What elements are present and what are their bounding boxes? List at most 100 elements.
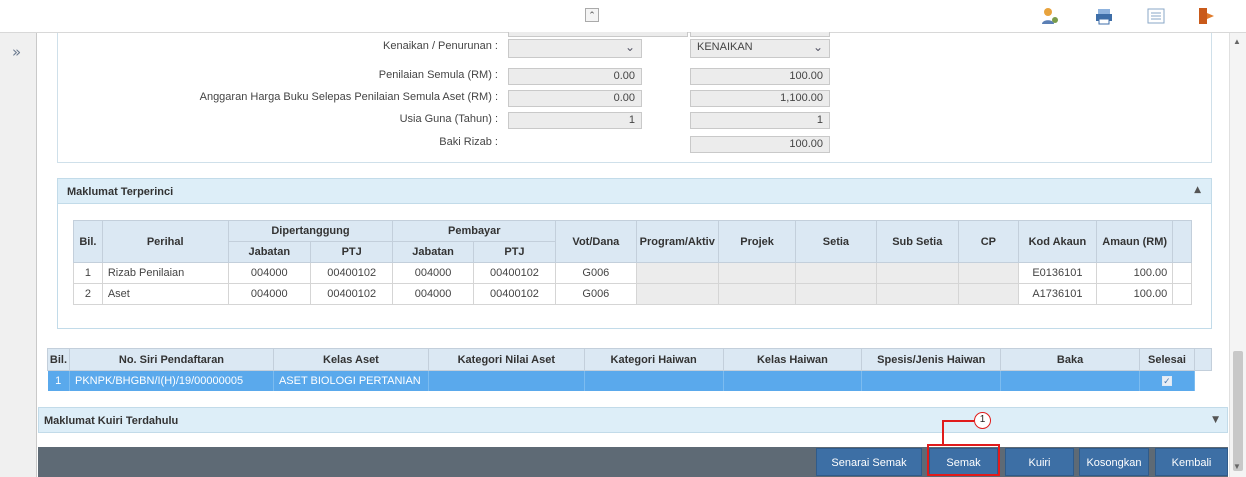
chevron-down-icon[interactable]: ⌄ [813, 40, 823, 54]
cell-kelas-haiwan [723, 370, 863, 391]
kuiri-button[interactable]: Kuiri [1005, 448, 1074, 476]
scroll-up-icon[interactable]: ▲ [1233, 37, 1241, 46]
asset-table: Bil. No. Siri Pendaftaran Kelas Aset Kat… [47, 348, 1213, 391]
cell-program [635, 262, 719, 284]
top-toolbar: ⌃ [0, 0, 1246, 33]
cell-bil: 1 [73, 262, 103, 284]
anggaran-new-field: 1,100.00 [690, 90, 830, 107]
kuiri-section-header[interactable]: Maklumat Kuiri Terdahulu ▼ [38, 407, 1228, 433]
kenaikan-label: Kenaikan / Penurunan : [383, 40, 498, 52]
cell-d-jabatan: 004000 [227, 283, 311, 305]
kenaikan-value: KENAIKAN [697, 41, 753, 53]
col-program: Program/Aktiv [635, 220, 719, 263]
col-perihal: Perihal [101, 220, 229, 263]
detail-section-header[interactable]: Maklumat Terperinci ▲ [57, 178, 1212, 204]
cell-d-ptj: 00400102 [309, 283, 394, 305]
penilaian-label: Penilaian Semula (RM) : [378, 69, 498, 81]
col-selesai: Selesai [1138, 348, 1195, 371]
expand-sidebar-icon[interactable]: » [12, 43, 21, 61]
col-spacer [1172, 220, 1192, 263]
usia-new-field: 1 [690, 112, 830, 129]
printer-icon[interactable] [1094, 6, 1114, 26]
main-content: Kenaikan / Penurunan : ⌄ KENAIKAN ⌄ Penil… [38, 32, 1228, 447]
vertical-scrollbar[interactable]: ▲ ▼ [1229, 33, 1246, 477]
callout-line-vertical [942, 420, 944, 445]
cell-subsetia [875, 262, 960, 284]
col-p-ptj: PTJ [472, 241, 557, 263]
anggaran-old-field: 0.00 [508, 90, 642, 107]
col-bil: Bil. [47, 348, 70, 371]
cell-kod-akaun: E0136101 [1017, 262, 1098, 284]
table-row-selected[interactable]: 1 PKNPK/BHGBN/I(H)/19/00000005 ASET BIOL… [47, 370, 1212, 391]
cell-spacer [1172, 262, 1192, 284]
senarai-semak-button[interactable]: Senarai Semak [816, 448, 922, 476]
user-settings-icon[interactable] [1040, 6, 1060, 26]
cell-amaun: 100.00 [1096, 262, 1174, 284]
cell-d-jabatan: 004000 [227, 262, 311, 284]
previous-field-edge [508, 32, 688, 37]
cell-p-jabatan: 004000 [392, 262, 474, 284]
detail-table: Bil. Perihal Dipertanggung Pembayar Vot/… [73, 220, 1192, 305]
cell-baka [1000, 370, 1140, 391]
callout-number-badge: 1 [974, 412, 991, 429]
cell-vot: G006 [555, 262, 637, 284]
cell-projek [717, 262, 797, 284]
table-row[interactable]: 2 Aset 004000 00400102 004000 00400102 G… [73, 283, 1192, 305]
kenaikan-old-select: ⌄ [508, 39, 642, 58]
revaluation-form-panel: Kenaikan / Penurunan : ⌄ KENAIKAN ⌄ Penil… [57, 32, 1212, 163]
col-dipertanggung: Dipertanggung [227, 220, 394, 242]
detail-panel: Bil. Perihal Dipertanggung Pembayar Vot/… [57, 204, 1212, 329]
scroll-down-icon[interactable]: ▼ [1233, 462, 1241, 471]
cell-perihal: Rizab Penilaian [101, 262, 229, 284]
penilaian-new-field[interactable]: 100.00 [690, 68, 830, 85]
detail-section-title: Maklumat Terperinci [67, 186, 174, 198]
penilaian-old-field: 0.00 [508, 68, 642, 85]
col-pembayar: Pembayar [392, 220, 557, 242]
cell-kategori-nilai [428, 370, 585, 391]
cell-kelas-aset: ASET BIOLOGI PERTANIAN [273, 370, 429, 391]
cell-cp [958, 262, 1019, 284]
col-bil: Bil. [73, 220, 103, 263]
cell-perihal: Aset [101, 283, 229, 305]
cell-kod-akaun: A1736101 [1017, 283, 1098, 305]
kembali-button[interactable]: Kembali [1155, 448, 1228, 476]
col-projek: Projek [717, 220, 797, 263]
callout-line-horizontal [942, 420, 974, 422]
scrollbar-thumb[interactable] [1233, 351, 1243, 471]
kosongkan-button[interactable]: Kosongkan [1079, 448, 1149, 476]
col-setia: Setia [795, 220, 877, 263]
list-view-icon[interactable] [1146, 6, 1166, 26]
col-subsetia: Sub Setia [875, 220, 960, 263]
cell-no-siri: PKNPK/BHGBN/I(H)/19/00000005 [69, 370, 274, 391]
kenaikan-select[interactable]: KENAIKAN ⌄ [690, 39, 830, 58]
cell-subsetia [875, 283, 960, 305]
semak-highlight-box [927, 444, 1000, 476]
cell-bil: 2 [73, 283, 103, 305]
col-baka: Baka [1000, 348, 1140, 371]
usia-old-field: 1 [508, 112, 642, 129]
table-row[interactable]: 1 Rizab Penilaian 004000 00400102 004000… [73, 262, 1192, 284]
col-cp: CP [958, 220, 1019, 263]
col-spesis: Spesis/Jenis Haiwan [861, 348, 1002, 371]
cell-p-ptj: 00400102 [472, 262, 557, 284]
cell-d-ptj: 00400102 [309, 262, 394, 284]
col-p-jabatan: Jabatan [392, 241, 474, 263]
col-vot: Vot/Dana [555, 220, 637, 263]
col-d-ptj: PTJ [309, 241, 394, 263]
baki-new-field: 100.00 [690, 136, 830, 153]
col-kategori-nilai: Kategori Nilai Aset [427, 348, 585, 371]
selesai-checkbox[interactable]: ✓ [1161, 375, 1172, 386]
cell-p-jabatan: 004000 [392, 283, 474, 305]
expand-icon[interactable]: ▼ [1212, 415, 1219, 425]
collapse-up-icon[interactable]: ⌃ [585, 8, 599, 22]
cell-projek [717, 283, 797, 305]
cell-bil: 1 [47, 370, 70, 391]
col-kod-akaun: Kod Akaun [1017, 220, 1098, 263]
collapse-icon[interactable]: ▲ [1194, 185, 1201, 195]
cell-vot: G006 [555, 283, 637, 305]
cell-setia [795, 283, 877, 305]
cell-cp [958, 283, 1019, 305]
cell-selesai: ✓ [1139, 370, 1195, 391]
cell-program [635, 283, 719, 305]
logout-icon[interactable] [1196, 6, 1216, 26]
